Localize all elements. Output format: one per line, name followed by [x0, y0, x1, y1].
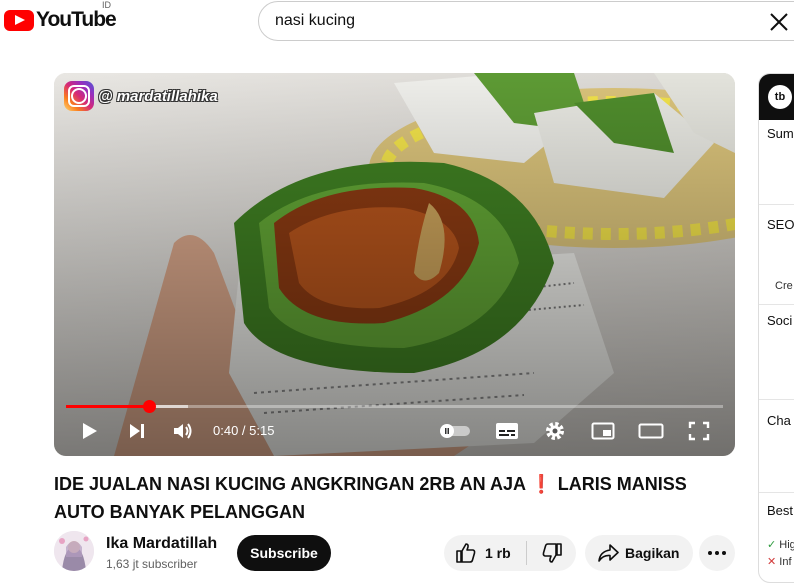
side-cross-label: Inf	[779, 556, 792, 568]
side-divider	[759, 399, 794, 400]
side-item-seo[interactable]: SEO	[767, 217, 794, 232]
progress-bar[interactable]	[66, 400, 723, 413]
side-divider	[759, 492, 794, 493]
avatar-image	[54, 531, 94, 571]
side-divider	[759, 204, 794, 205]
video-frame	[54, 73, 735, 456]
like-count: 1 rb	[485, 545, 511, 561]
video-title-line-2: AUTO BANYAK PELANGGAN	[54, 502, 306, 522]
autoplay-toggle[interactable]	[439, 418, 471, 444]
video-title-line-1: IDE JUALAN NASI KUCING ANGKRINGAN 2RB AN…	[54, 474, 687, 494]
watermark-handle: @ mardatillahika	[98, 87, 218, 105]
thumbs-down-icon	[542, 543, 562, 563]
time-display: 0:40 / 5:15	[213, 423, 275, 438]
play-icon	[83, 423, 97, 439]
side-item-summary[interactable]: Sum	[767, 126, 794, 141]
like-button[interactable]: 1 rb	[444, 535, 526, 571]
instagram-icon	[64, 81, 94, 111]
more-actions-button[interactable]	[699, 535, 735, 571]
next-button[interactable]	[124, 418, 150, 444]
country-code: ID	[102, 0, 111, 10]
dislike-button[interactable]	[527, 535, 576, 571]
share-icon	[598, 544, 619, 562]
instagram-watermark: @ mardatillahika	[64, 81, 218, 111]
video-title: IDE JUALAN NASI KUCING ANGKRINGAN 2RB AN…	[54, 470, 744, 526]
theater-icon	[638, 423, 664, 439]
fullscreen-icon	[688, 421, 710, 441]
channel-name[interactable]: Ika Mardatillah	[106, 535, 217, 553]
subscribe-button[interactable]: Subscribe	[237, 535, 331, 571]
youtube-logo[interactable]: YouTube	[4, 8, 117, 32]
more-horizontal-icon	[708, 551, 726, 555]
subtitles-icon	[496, 423, 518, 439]
subtitles-button[interactable]	[494, 418, 520, 444]
side-check-row: ✓ Hig	[767, 538, 794, 551]
miniplayer-button[interactable]	[590, 418, 616, 444]
side-divider	[759, 304, 794, 305]
extension-logo-icon[interactable]: tb	[768, 85, 792, 109]
side-item-channel[interactable]: Cha	[767, 413, 791, 428]
theater-button[interactable]	[638, 418, 664, 444]
next-icon	[130, 424, 144, 438]
settings-button[interactable]	[542, 418, 568, 444]
thumbs-up-icon	[456, 543, 476, 563]
search-input[interactable]: nasi kucing	[275, 12, 355, 30]
volume-button[interactable]	[170, 418, 196, 444]
side-cross-row: ✕ Inf	[767, 555, 792, 568]
search-box[interactable]: nasi kucing	[258, 1, 794, 41]
side-item-social[interactable]: Soci	[767, 313, 792, 328]
close-icon[interactable]	[767, 10, 791, 34]
avatar[interactable]	[54, 531, 94, 571]
video-player[interactable]: @ mardatillahika 0:40 / 5:15	[54, 73, 735, 456]
side-item-best[interactable]: Best	[767, 503, 793, 518]
volume-icon	[174, 423, 192, 439]
extension-header: tb	[759, 74, 794, 120]
youtube-play-icon	[4, 9, 34, 31]
logo-text: YouTube	[36, 8, 117, 31]
subscriber-count: 1,63 jt subscriber	[106, 557, 198, 571]
like-dislike-group: 1 rb	[444, 535, 576, 571]
side-item-create[interactable]: Cre	[775, 280, 793, 292]
top-bar: YouTube ID nasi kucing	[0, 0, 794, 44]
share-label: Bagikan	[625, 545, 680, 561]
progress-played	[66, 405, 150, 408]
cross-icon: ✕	[767, 556, 777, 568]
share-button[interactable]: Bagikan	[585, 535, 693, 571]
miniplayer-icon	[591, 422, 615, 440]
play-button[interactable]	[76, 418, 102, 444]
gear-icon	[546, 422, 564, 440]
fullscreen-button[interactable]	[686, 418, 712, 444]
extension-side-panel: tb Sum SEO Cre Soci Cha Best ✓ Hig ✕ Inf	[758, 73, 794, 583]
side-check-label: Hig	[779, 539, 794, 551]
check-icon: ✓	[767, 539, 777, 551]
autoplay-toggle-icon	[440, 424, 470, 438]
